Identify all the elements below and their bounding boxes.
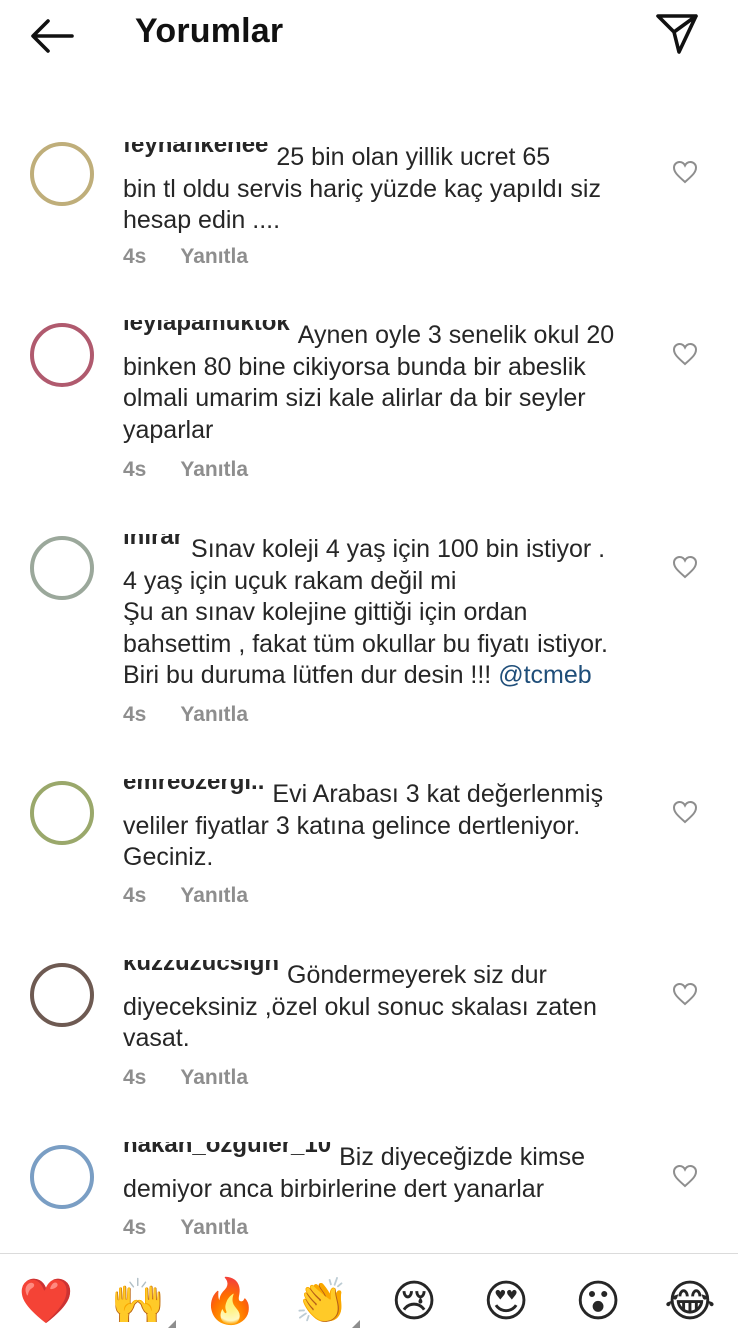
- heart-icon: [672, 555, 698, 579]
- emoji-clapping-button[interactable]: 👏: [294, 1274, 360, 1330]
- like-button[interactable]: [672, 982, 698, 1006]
- comment-time: 4s: [123, 245, 147, 268]
- emoji-laughing-button[interactable]: 😂: [662, 1274, 718, 1330]
- reply-button[interactable]: Yanıtla: [180, 1216, 248, 1239]
- comment-username[interactable]: feyhankenee: [123, 142, 268, 158]
- share-button[interactable]: [652, 10, 702, 58]
- comment-meta: 4s Yanıtla: [123, 1066, 248, 1090]
- comment-meta: 4s Yanıtla: [123, 1216, 248, 1240]
- reply-button[interactable]: Yanıtla: [180, 1066, 248, 1089]
- skin-tone-indicator: [352, 1320, 360, 1328]
- page-title: Yorumlar: [135, 12, 284, 50]
- like-button[interactable]: [672, 160, 698, 184]
- avatar[interactable]: [30, 323, 94, 387]
- avatar[interactable]: [30, 536, 94, 600]
- emoji-quick-reactions: ❤️ 🙌 🔥 👏 😢 😍 😮 😂: [0, 1254, 738, 1344]
- emoji-raising-hands: 🙌: [110, 1276, 166, 1327]
- emoji-fire-button[interactable]: 🔥: [202, 1274, 258, 1330]
- heart-icon: [672, 1164, 698, 1188]
- like-button[interactable]: [672, 342, 698, 366]
- reply-button[interactable]: Yanıtla: [180, 458, 248, 481]
- comment-username[interactable]: emreozergi..: [123, 779, 264, 795]
- comment-time: 4s: [123, 703, 147, 726]
- comment-time: 4s: [123, 884, 147, 907]
- heart-icon: [672, 982, 698, 1006]
- avatar[interactable]: [30, 1145, 94, 1209]
- header: Yorumlar: [0, 0, 738, 70]
- comment-meta: 4s Yanıtla: [123, 458, 248, 482]
- comment-text: kuzzuzucsign Göndermeyerek siz dur diyece…: [123, 960, 653, 1055]
- like-button[interactable]: [672, 555, 698, 579]
- comment-meta: 4s Yanıtla: [123, 884, 248, 908]
- heart-icon: [672, 800, 698, 824]
- emoji-heart-button[interactable]: ❤️: [18, 1274, 74, 1330]
- comment-meta: 4s Yanıtla: [123, 245, 248, 269]
- avatar[interactable]: [30, 142, 94, 206]
- paper-plane-icon: [656, 14, 698, 54]
- comment-text: leylapamuktok Aynen oyle 3 senelik okul 2…: [123, 320, 653, 446]
- comment-time: 4s: [123, 1216, 147, 1239]
- comment-body: Aynen oyle 3 senelik okul 20 binken 80 b…: [123, 321, 615, 444]
- comment-text: hakan_ozguler_10 Biz diyeceğizde kimse de…: [123, 1142, 653, 1205]
- comment-time: 4s: [123, 458, 147, 481]
- comment-time: 4s: [123, 1066, 147, 1089]
- back-button[interactable]: [28, 14, 78, 58]
- avatar[interactable]: [30, 963, 94, 1027]
- emoji-raising-hands-button[interactable]: 🙌: [110, 1274, 176, 1330]
- comment-meta: 4s Yanıtla: [123, 703, 248, 727]
- heart-icon: [672, 160, 698, 184]
- emoji-heart-eyes-button[interactable]: 😍: [478, 1274, 534, 1330]
- mention-link[interactable]: @tcmeb: [498, 661, 591, 689]
- comment-username[interactable]: kuzzuzucsign: [123, 960, 279, 976]
- comment-text: ınırar Sınav koleji 4 yaş için 100 bin is…: [123, 534, 653, 692]
- reply-button[interactable]: Yanıtla: [180, 884, 248, 907]
- heart-icon: [672, 342, 698, 366]
- emoji-crying-button[interactable]: 😢: [386, 1274, 442, 1330]
- avatar[interactable]: [30, 781, 94, 845]
- reply-button[interactable]: Yanıtla: [180, 245, 248, 268]
- comment-text: feyhankenee 25 bin olan yillik ucret 65 b…: [123, 142, 653, 237]
- comment-text: emreozergi.. Evi Arabası 3 kat değerlenmi…: [123, 779, 653, 874]
- skin-tone-indicator: [168, 1320, 176, 1328]
- comment-username[interactable]: hakan_ozguler_10: [123, 1142, 331, 1158]
- like-button[interactable]: [672, 1164, 698, 1188]
- emoji-surprised-button[interactable]: 😮: [570, 1274, 626, 1330]
- arrow-left-icon: [31, 19, 74, 53]
- emoji-clapping: 👏: [294, 1276, 350, 1327]
- comment-username[interactable]: ınırar: [123, 534, 183, 550]
- reply-button[interactable]: Yanıtla: [180, 703, 248, 726]
- like-button[interactable]: [672, 800, 698, 824]
- comment-username[interactable]: leylapamuktok: [123, 320, 290, 336]
